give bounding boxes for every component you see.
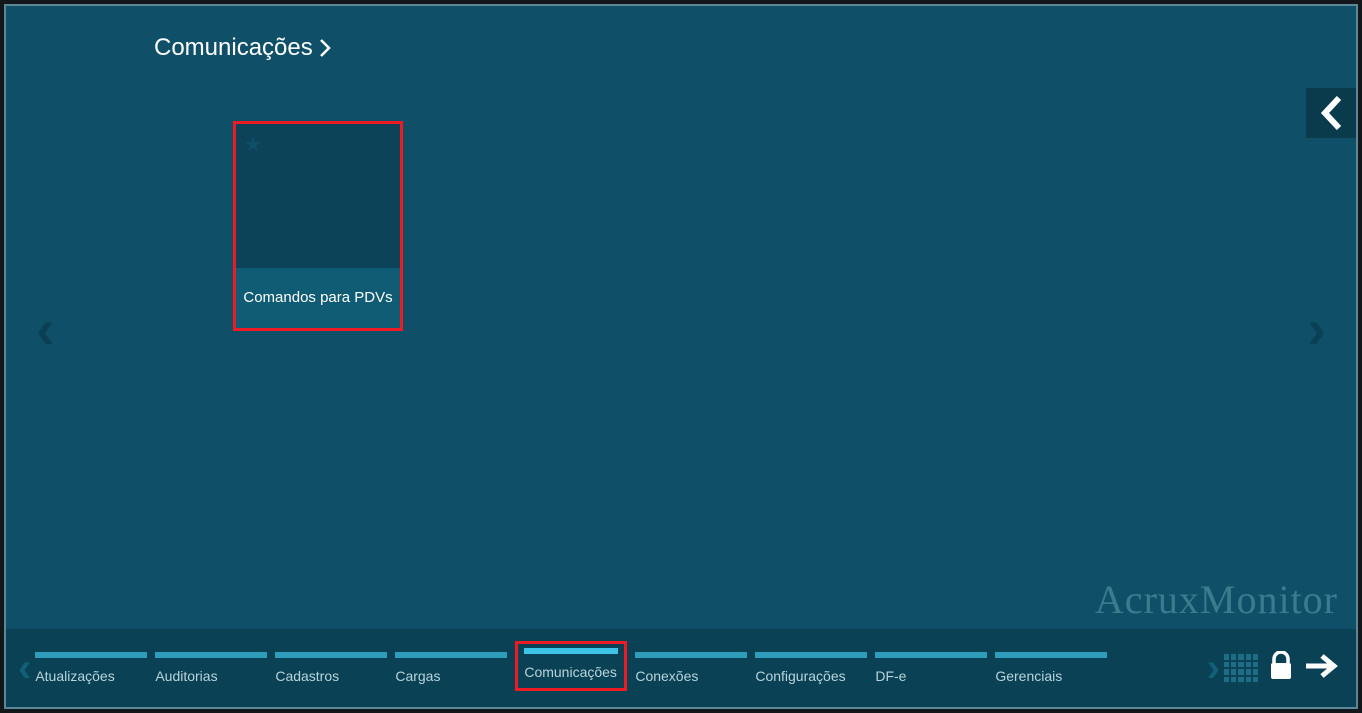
- carousel-next-button[interactable]: ›: [1307, 296, 1326, 361]
- tab-indicator: [524, 648, 618, 654]
- tab-indicator: [995, 652, 1107, 658]
- apps-grid-icon[interactable]: [1224, 654, 1258, 682]
- chevron-right-icon: [319, 38, 333, 58]
- tile-comandos-pdvs[interactable]: ★ Comandos para PDVs: [233, 121, 403, 331]
- tab-cadastros[interactable]: Cadastros: [275, 652, 387, 684]
- tab-indicator: [875, 652, 987, 658]
- tab-label: Gerenciais: [995, 668, 1107, 684]
- breadcrumb-title: Comunicações: [154, 34, 313, 62]
- bottom-nav-bar: ‹ Atualizações Auditorias Cadastros Cargas C…: [6, 629, 1356, 707]
- app-frame: Comunicações ‹ › ★ Comandos para PDVs Ac…: [4, 4, 1358, 709]
- lock-icon[interactable]: [1268, 651, 1294, 686]
- tab-label: Atualizações: [35, 668, 147, 684]
- tab-auditorias[interactable]: Auditorias: [155, 652, 267, 684]
- tab-indicator: [275, 652, 387, 658]
- tab-indicator: [395, 652, 507, 658]
- tile-label: Comandos para PDVs: [236, 268, 400, 328]
- right-icon-group: [1224, 651, 1348, 686]
- tab-label: DF-e: [875, 668, 987, 684]
- carousel-prev-button[interactable]: ‹: [36, 296, 55, 361]
- forward-arrow-icon[interactable]: [1304, 652, 1340, 685]
- tab-label: Cargas: [395, 668, 507, 684]
- tab-label: Cadastros: [275, 668, 387, 684]
- tab-label: Auditorias: [155, 668, 267, 684]
- tile-image-area: ★: [236, 124, 400, 268]
- star-icon: ★: [244, 132, 262, 157]
- tabs-container: Atualizações Auditorias Cadastros Cargas Com…: [35, 645, 1202, 691]
- tab-indicator: [35, 652, 147, 658]
- main-panel: Comunicações ‹ › ★ Comandos para PDVs Ac…: [6, 6, 1356, 629]
- tab-dfe[interactable]: DF-e: [875, 652, 987, 684]
- tab-indicator: [755, 652, 867, 658]
- tab-comunicacoes[interactable]: Comunicações: [515, 641, 627, 691]
- tabs-scroll-right[interactable]: ›: [1203, 646, 1224, 691]
- tab-label: Configurações: [755, 668, 867, 684]
- tab-configuracoes[interactable]: Configurações: [755, 652, 867, 684]
- tab-indicator: [635, 652, 747, 658]
- tab-indicator: [155, 652, 267, 658]
- tab-label: Comunicações: [524, 664, 618, 680]
- tab-cargas[interactable]: Cargas: [395, 652, 507, 684]
- tab-gerenciais[interactable]: Gerenciais: [995, 652, 1107, 684]
- breadcrumb[interactable]: Comunicações: [154, 34, 333, 62]
- watermark-logo: AcruxMonitor: [1095, 576, 1338, 623]
- tabs-scroll-left[interactable]: ‹: [14, 646, 35, 691]
- tab-conexoes[interactable]: Conexões: [635, 652, 747, 684]
- collapse-panel-button[interactable]: [1306, 88, 1356, 138]
- tab-label: Conexões: [635, 668, 747, 684]
- chevron-left-bold-icon: [1319, 96, 1343, 130]
- tab-atualizacoes[interactable]: Atualizações: [35, 652, 147, 684]
